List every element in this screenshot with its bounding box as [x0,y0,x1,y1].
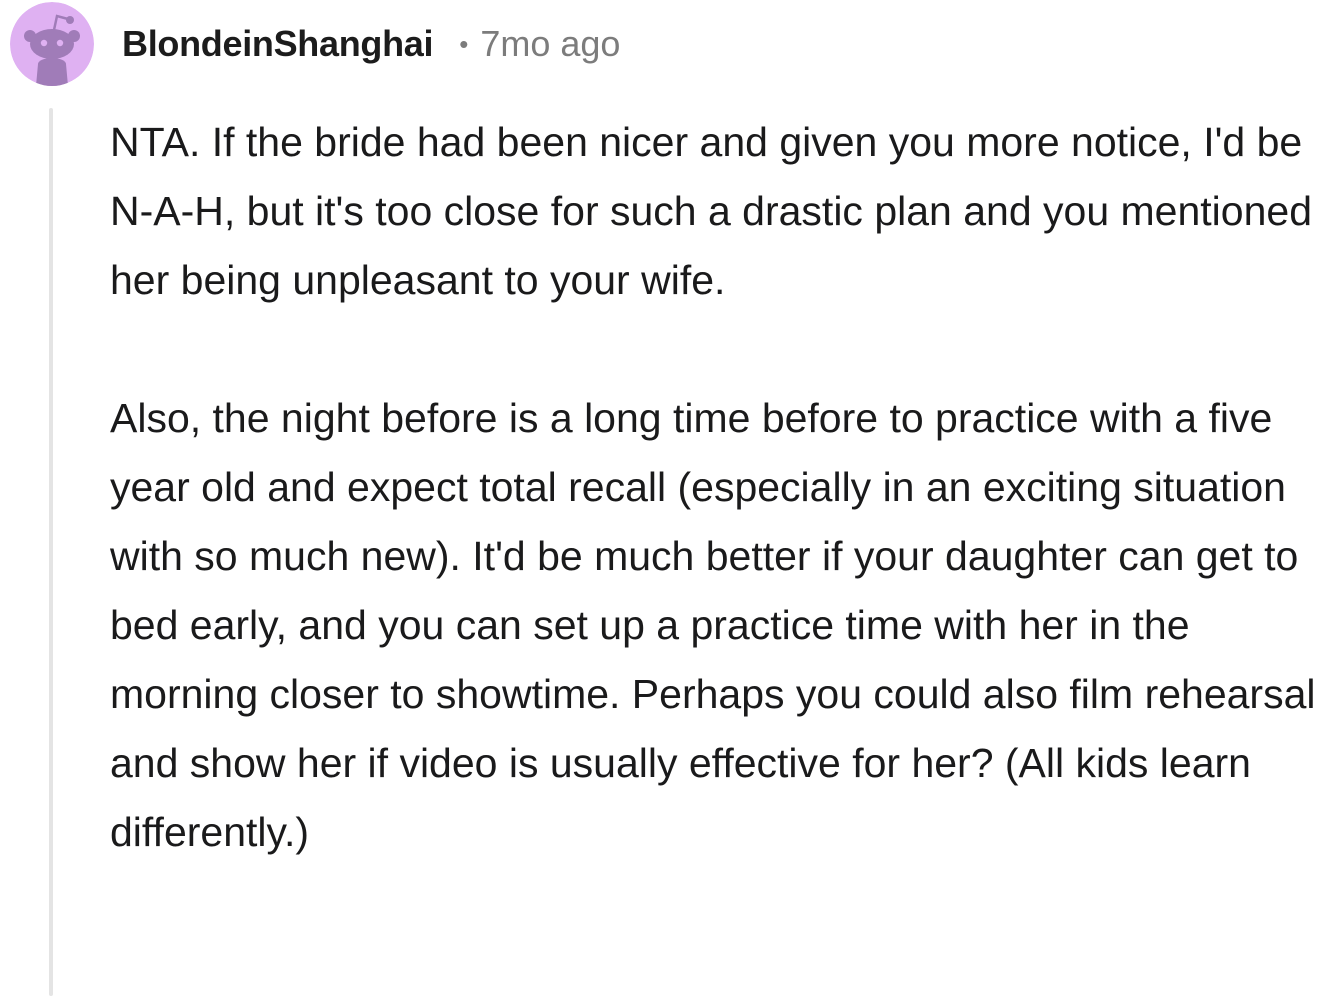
snoo-avatar-icon [10,2,94,86]
comment-paragraph: Also, the night before is a long time be… [110,395,1316,855]
comment-body: NTA. If the bride had been nicer and giv… [110,108,1320,867]
comment-header: BlondeinShanghai • 7mo ago [122,20,620,68]
comment: BlondeinShanghai • 7mo ago NTA. If the b… [0,0,1324,996]
comment-paragraph: NTA. If the bride had been nicer and giv… [110,119,1312,303]
avatar[interactable] [10,2,94,86]
username-link[interactable]: BlondeinShanghai [122,23,434,65]
meta-separator: • [459,28,469,59]
thread-collapse-line[interactable] [49,108,53,996]
timestamp[interactable]: 7mo ago [480,23,620,65]
